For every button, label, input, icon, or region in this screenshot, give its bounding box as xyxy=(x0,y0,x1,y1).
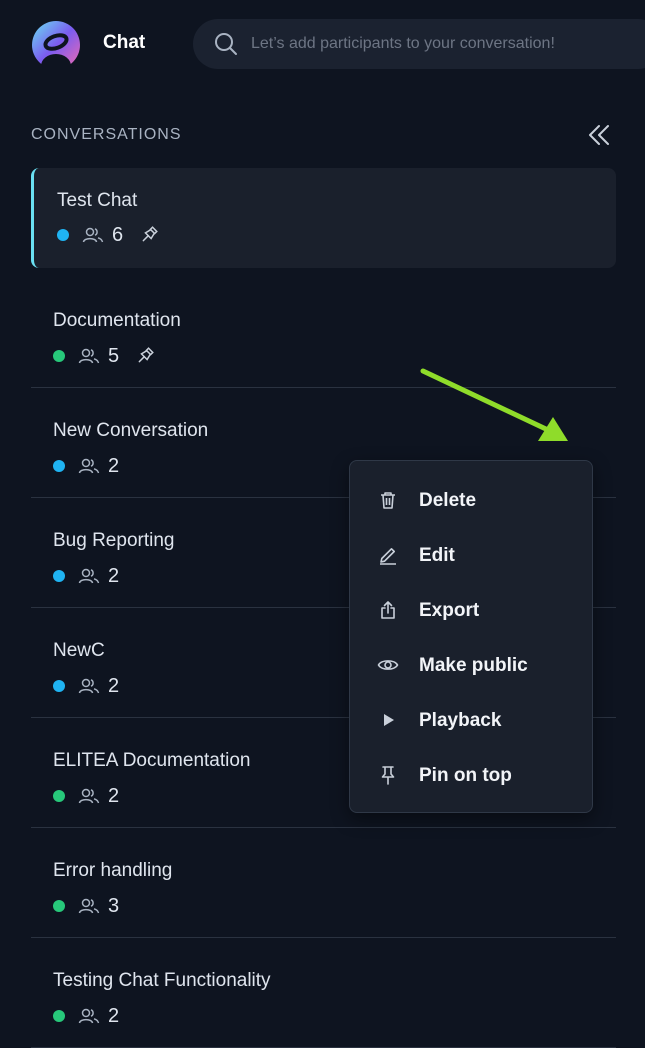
conversation-name: Documentation xyxy=(53,310,181,331)
participant-count: 2 xyxy=(108,674,120,697)
status-dot xyxy=(57,229,69,241)
search-input[interactable] xyxy=(251,33,645,55)
menu-item-label: Playback xyxy=(419,710,502,731)
search-icon xyxy=(215,33,237,55)
menu-item-make-public[interactable]: Make public xyxy=(350,641,592,689)
conversation-meta: 2 xyxy=(53,674,135,698)
export-icon xyxy=(381,601,395,619)
conversation-meta: 3 xyxy=(53,894,135,918)
menu-item-label: Delete xyxy=(419,490,477,511)
conversation-item[interactable]: Documentation 5 xyxy=(31,278,616,388)
participants-icon xyxy=(78,458,100,474)
pin-icon xyxy=(381,766,395,785)
conversation-item[interactable]: Testing Chat Functionality 2 xyxy=(31,938,616,1048)
status-dot xyxy=(53,680,65,692)
menu-item-export[interactable]: Export xyxy=(350,586,592,634)
participant-count: 6 xyxy=(112,223,124,246)
status-dot xyxy=(53,1010,65,1022)
pencil-icon xyxy=(380,548,396,565)
menu-item-pin-on-top[interactable]: Pin on top xyxy=(350,751,592,799)
conversation-meta: 2 xyxy=(53,564,135,588)
conversation-meta: 5 xyxy=(53,344,155,368)
conversation-context-menu: Delete Edit Export Make public Playback Pin o… xyxy=(349,460,593,813)
participants-icon xyxy=(78,898,100,914)
participant-count: 2 xyxy=(108,564,120,587)
participants-icon xyxy=(78,348,100,364)
menu-item-label: Edit xyxy=(419,545,455,566)
conversation-name: Test Chat xyxy=(57,190,138,211)
menu-item-playback[interactable]: Playback xyxy=(350,696,592,744)
participants-icon xyxy=(82,227,104,243)
conversation-meta: 6 xyxy=(57,223,159,247)
trash-icon xyxy=(381,492,395,509)
app-header: Chat xyxy=(0,0,645,90)
participant-count: 2 xyxy=(108,1004,120,1027)
participants-icon xyxy=(78,568,100,584)
conversation-meta: 2 xyxy=(53,784,135,808)
menu-item-delete[interactable]: Delete xyxy=(350,476,592,524)
app-title: Chat xyxy=(103,32,146,53)
conversation-meta: 2 xyxy=(53,1004,135,1028)
menu-item-label: Make public xyxy=(419,655,528,676)
pinned-icon xyxy=(138,347,154,363)
conversation-name: ELITEA Documentation xyxy=(53,750,251,771)
search-bar[interactable] xyxy=(193,19,645,69)
conversation-name: Bug Reporting xyxy=(53,530,175,551)
participant-count: 3 xyxy=(108,894,120,917)
status-dot xyxy=(53,350,65,362)
play-icon xyxy=(384,714,394,726)
conversation-name: New Conversation xyxy=(53,420,209,441)
status-dot xyxy=(53,570,65,582)
participant-count: 2 xyxy=(108,454,120,477)
menu-item-edit[interactable]: Edit xyxy=(350,531,592,579)
participants-icon xyxy=(78,1008,100,1024)
conversation-item[interactable]: Error handling 3 xyxy=(31,828,616,938)
conversation-name: Error handling xyxy=(53,860,173,881)
conversation-name: Testing Chat Functionality xyxy=(53,970,271,991)
participant-count: 2 xyxy=(108,784,120,807)
app-logo[interactable] xyxy=(31,20,81,70)
menu-item-label: Export xyxy=(419,600,480,621)
status-dot xyxy=(53,460,65,472)
conversation-name: NewC xyxy=(53,640,105,661)
pinned-icon xyxy=(142,226,158,242)
eye-icon xyxy=(377,660,399,670)
conversations-section-title: CONVERSATIONS xyxy=(31,126,182,143)
collapse-sidebar-icon[interactable] xyxy=(586,122,612,148)
conversation-item[interactable]: Test Chat 6 xyxy=(31,168,616,268)
participant-count: 5 xyxy=(108,344,120,367)
participants-icon xyxy=(78,678,100,694)
status-dot xyxy=(53,790,65,802)
participants-icon xyxy=(78,788,100,804)
conversation-meta: 2 xyxy=(53,454,135,478)
menu-item-label: Pin on top xyxy=(419,765,512,786)
status-dot xyxy=(53,900,65,912)
